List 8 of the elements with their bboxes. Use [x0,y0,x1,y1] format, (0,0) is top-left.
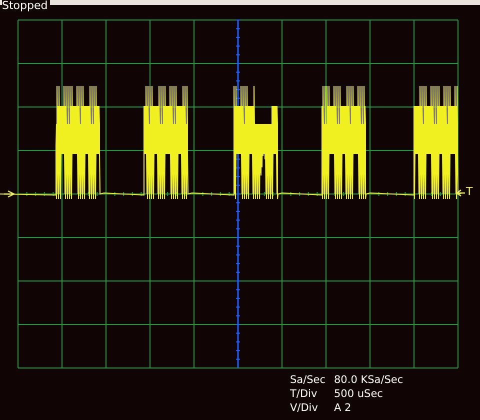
readout-value: A 2 [334,401,352,415]
trigger-label: T [466,185,473,198]
readout-label: V/Div [290,401,319,415]
readout-label: T/Div [290,387,318,401]
readout-value: 80.0 KSa/Sec [334,373,404,387]
readout-value: 500 uSec [334,387,384,401]
status-label: Stopped [2,0,50,12]
readout-label: Sa/Sec [290,373,327,387]
